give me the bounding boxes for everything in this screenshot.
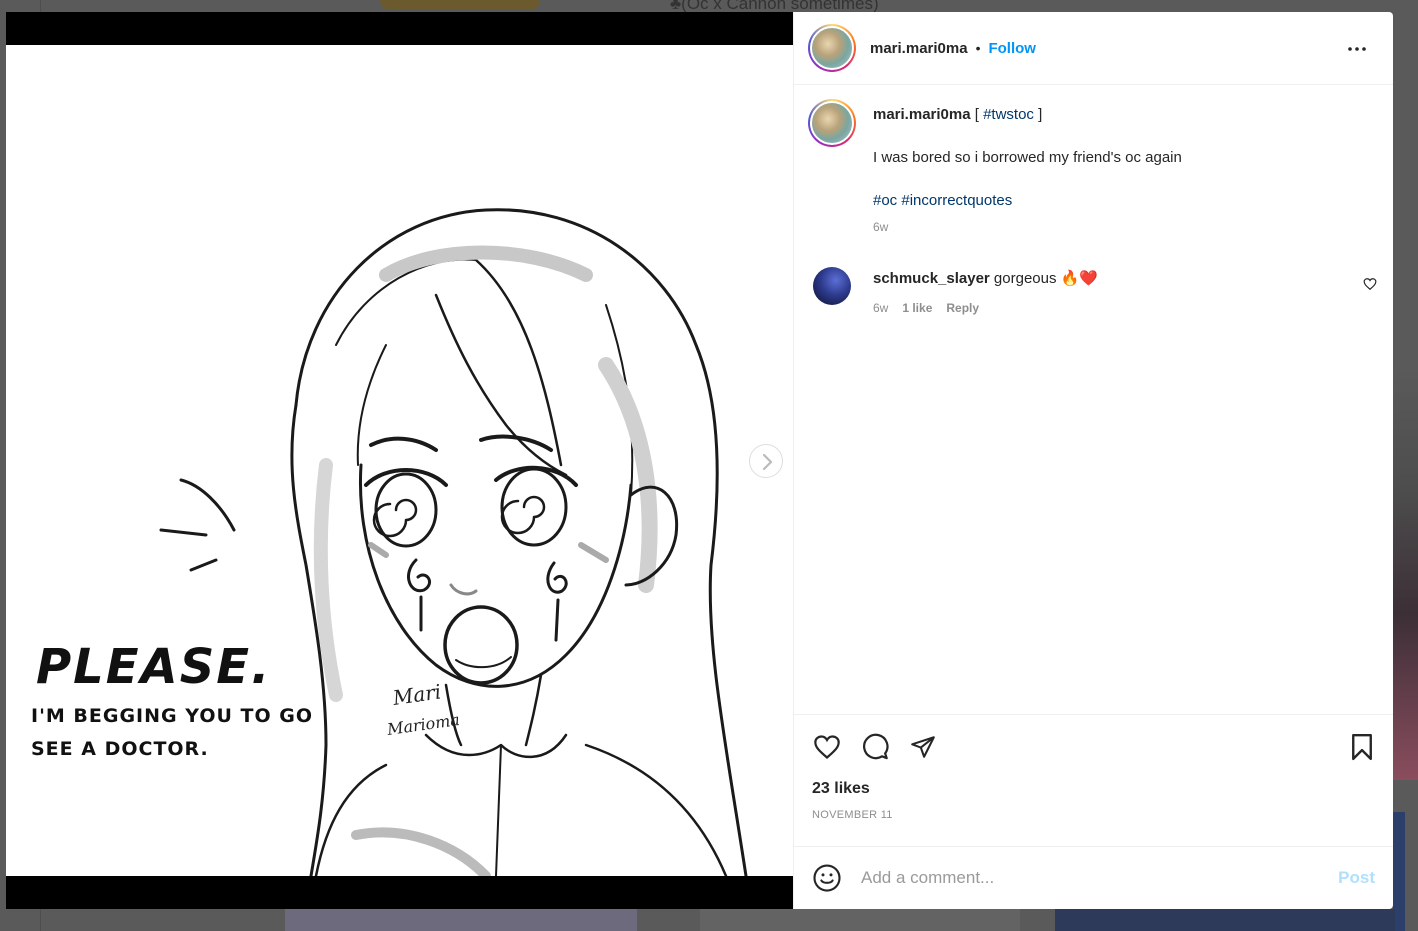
commenter-username[interactable]: schmuck_slayer: [873, 270, 990, 287]
caption-bracket-open: [: [974, 106, 979, 123]
caption-avatar[interactable]: [808, 99, 856, 147]
artwork-line-2: SEE A DOCTOR.: [31, 738, 209, 760]
action-icons: [812, 731, 1377, 763]
caption-age[interactable]: 6w: [873, 217, 1182, 237]
share-icon: [911, 736, 935, 758]
comment-body: schmuck_slayer gorgeous 🔥❤️ 6w 1 like Re…: [873, 267, 1098, 315]
caption-username[interactable]: mari.mari0ma: [873, 106, 971, 123]
more-options-icon[interactable]: [1345, 37, 1369, 61]
post-actions: 23 likes NOVEMBER 11: [794, 714, 1393, 846]
post-media: PLEASE. I'M BEGGING YOU TO GO SEE A DOCT…: [6, 12, 793, 909]
post-image: PLEASE. I'M BEGGING YOU TO GO SEE A DOCT…: [6, 45, 793, 876]
sketch-illustration: PLEASE. I'M BEGGING YOU TO GO SEE A DOCT…: [31, 208, 748, 876]
header-separator: •: [975, 40, 981, 56]
background-thumbnail-bottom-3: [1055, 909, 1395, 931]
background-thumbnail-right: [1393, 366, 1418, 780]
background-thumbnail-top: [380, 0, 540, 10]
comment-button[interactable]: [860, 732, 890, 762]
caption-bracket-close: ]: [1038, 106, 1043, 123]
comment-input[interactable]: [861, 868, 1339, 888]
hashtag-oc[interactable]: #oc: [873, 192, 897, 209]
artwork-headline: PLEASE.: [36, 639, 271, 695]
hashtag-twstoc[interactable]: #twstoc: [983, 106, 1034, 123]
share-button[interactable]: [908, 732, 938, 762]
add-comment-bar: Post: [794, 846, 1393, 909]
background-thumbnail-bottom-2: [700, 909, 1020, 931]
likes-count[interactable]: 23 likes: [812, 780, 1377, 798]
follow-button[interactable]: Follow: [988, 40, 1036, 57]
author-username[interactable]: mari.mari0ma: [870, 40, 968, 57]
post-modal: PLEASE. I'M BEGGING YOU TO GO SEE A DOCT…: [6, 12, 1393, 909]
post-comment-button[interactable]: Post: [1338, 868, 1375, 888]
heart-icon: [814, 735, 840, 759]
caption-body: mari.mari0ma [ #twstoc ] I was bored so …: [873, 99, 1182, 237]
artwork-line-1: I'M BEGGING YOU TO GO: [31, 705, 313, 727]
hashtag-incorrectquotes[interactable]: #incorrectquotes: [901, 192, 1012, 209]
post-date: NOVEMBER 11: [812, 809, 893, 821]
caption: mari.mari0ma [ #twstoc ] I was bored so …: [808, 99, 1377, 237]
comment-likes[interactable]: 1 like: [902, 301, 932, 315]
comment-item: schmuck_slayer gorgeous 🔥❤️ 6w 1 like Re…: [813, 267, 1377, 315]
comment-text: gorgeous 🔥❤️: [993, 270, 1098, 287]
caption-text: I was bored so i borrowed my friend's oc…: [873, 149, 1182, 166]
background-thumbnail-bottom-1: [285, 909, 637, 931]
artwork-signature-1: Mari: [390, 679, 442, 710]
artwork-signature-2: Marioma: [385, 710, 461, 739]
chevron-right-icon: [762, 453, 773, 471]
post-header: mari.mari0ma • Follow: [794, 12, 1393, 85]
author-avatar-image: [810, 26, 854, 70]
caption-hashtags: #oc #incorrectquotes: [873, 191, 1182, 211]
bookmark-icon[interactable]: [1347, 732, 1377, 762]
commenter-avatar[interactable]: [813, 267, 851, 305]
emoji-icon[interactable]: [812, 863, 842, 893]
caption-avatar-image: [810, 101, 854, 145]
comment-reply-button[interactable]: Reply: [946, 301, 979, 315]
comment-icon: [863, 733, 889, 760]
like-button[interactable]: [812, 732, 842, 762]
comment-meta: 6w 1 like Reply: [873, 301, 1098, 315]
author-avatar[interactable]: [808, 24, 856, 72]
comments-section[interactable]: mari.mari0ma [ #twstoc ] I was bored so …: [794, 85, 1393, 714]
comment-age[interactable]: 6w: [873, 301, 888, 315]
comment-heart-icon[interactable]: [1363, 277, 1377, 291]
post-sidebar: mari.mari0ma • Follow mari.mari0ma [ #tw…: [793, 12, 1393, 909]
next-image-button[interactable]: [749, 444, 783, 478]
